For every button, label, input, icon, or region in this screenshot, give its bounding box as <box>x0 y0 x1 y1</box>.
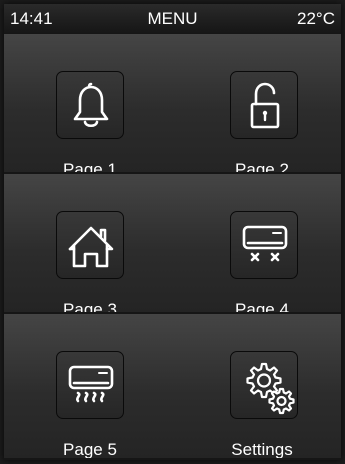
air-conditioner-cooling-icon <box>230 211 298 279</box>
menu-row-3: Page 5 Settings <box>4 314 341 460</box>
menu-row-1: Page 1 Page 2 <box>4 34 341 179</box>
bell-icon <box>56 71 124 139</box>
page-5-button[interactable]: Page 5 <box>4 314 172 459</box>
home-icon <box>56 211 124 279</box>
page-1-button[interactable]: Page 1 <box>4 34 172 179</box>
status-bar: 14:41 MENU 22°C <box>4 4 341 34</box>
screen-title: MENU <box>147 9 198 28</box>
page-2-button[interactable]: Page 2 <box>173 34 341 179</box>
page-4-button[interactable]: Page 4 <box>173 174 341 319</box>
unlocked-padlock-icon <box>230 71 298 139</box>
page-3-button[interactable]: Page 3 <box>4 174 172 319</box>
page-5-label: Page 5 <box>63 440 117 459</box>
gears-icon <box>230 351 298 419</box>
settings-label: Settings <box>231 440 293 459</box>
menu-screen: 14:41 MENU 22°C Page 1 Page 2 Page 3 Pag… <box>4 4 341 460</box>
settings-button[interactable]: Settings <box>173 314 341 459</box>
menu-row-2: Page 3 Page 4 <box>4 174 341 319</box>
air-conditioner-heating-icon <box>56 351 124 419</box>
temperature-readout: 22°C <box>297 9 335 28</box>
